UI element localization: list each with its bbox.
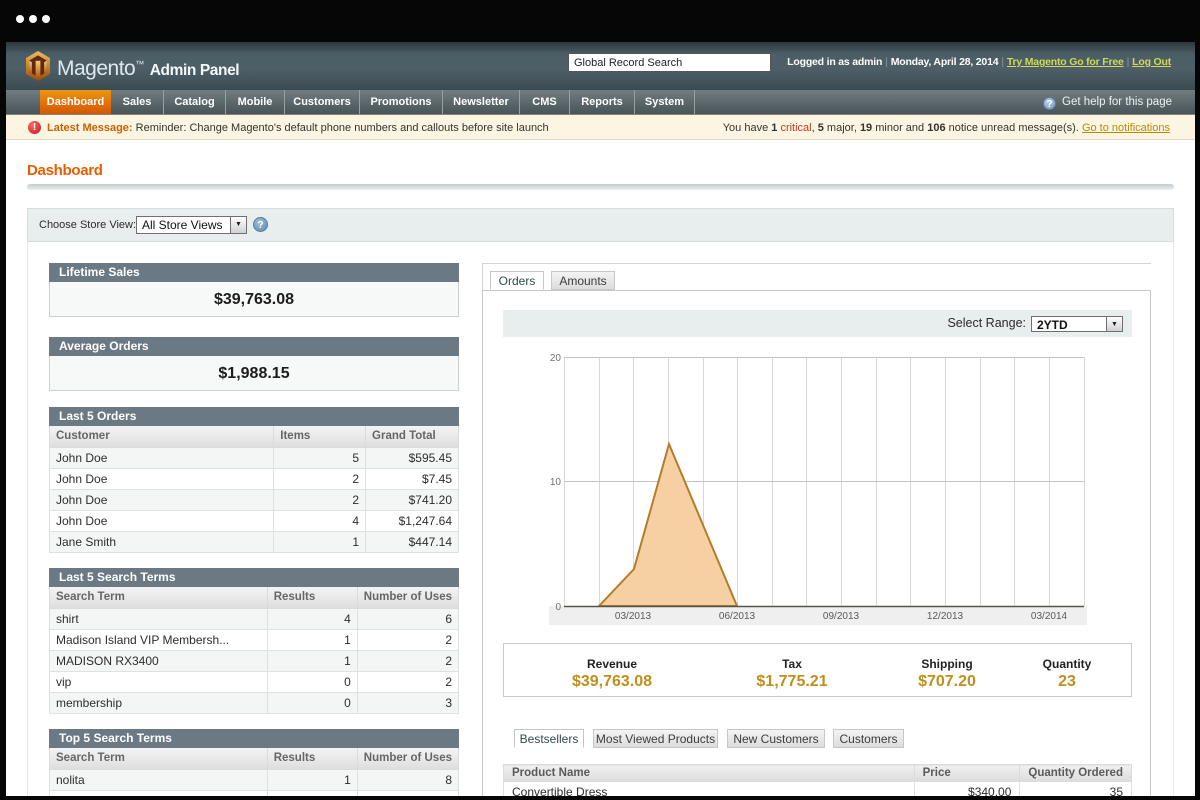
svg-text:0: 0 [555, 602, 561, 613]
svg-text:09/2013: 09/2013 [823, 611, 860, 622]
svg-text:12/2013: 12/2013 [927, 611, 964, 622]
svg-text:06/2013: 06/2013 [719, 611, 756, 622]
svg-text:20: 20 [550, 353, 562, 364]
svg-text:10: 10 [550, 477, 562, 488]
svg-text:03/2013: 03/2013 [615, 611, 652, 622]
svg-text:03/2014: 03/2014 [1031, 611, 1068, 622]
